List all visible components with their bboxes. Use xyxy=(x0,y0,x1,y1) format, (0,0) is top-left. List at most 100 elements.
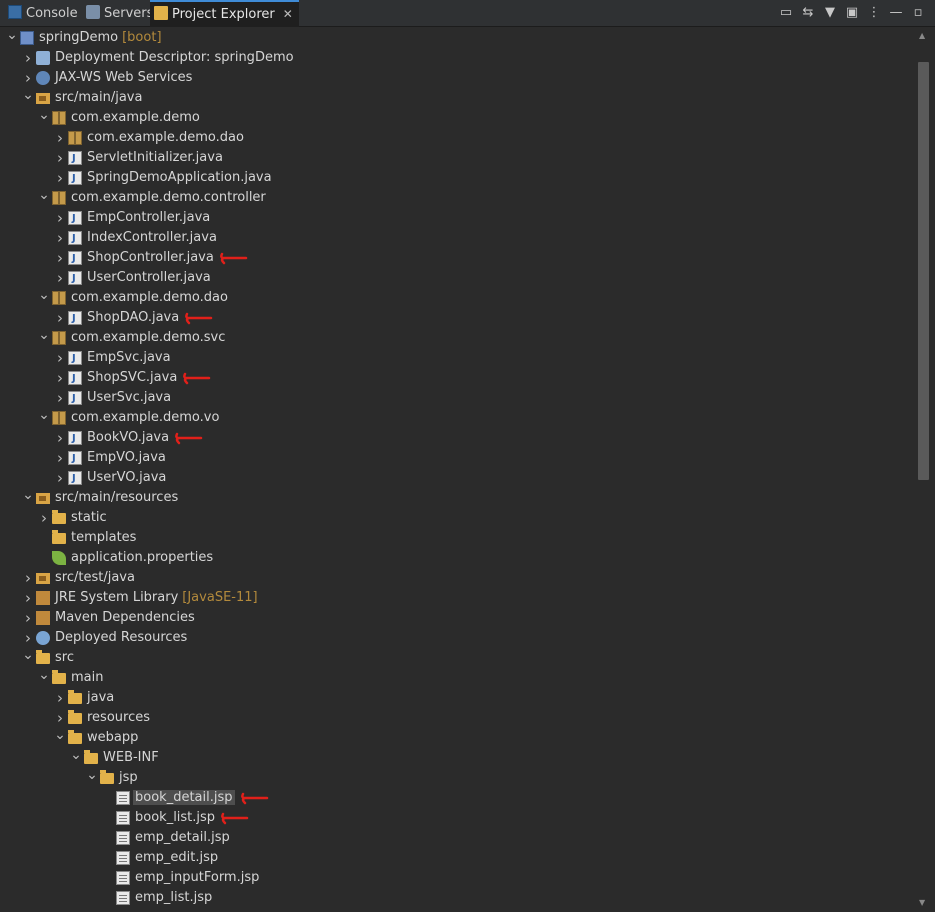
tree-item[interactable]: ⌄ src xyxy=(0,648,914,668)
scrollbar-thumb[interactable] xyxy=(918,62,929,480)
tree-item[interactable]: ⌄ src/main/java xyxy=(0,88,914,108)
tree-item[interactable]: › JAX-WS Web Services xyxy=(0,68,914,88)
chevron-down-icon[interactable]: ⌄ xyxy=(22,88,34,108)
chevron-down-icon[interactable]: ⌄ xyxy=(38,328,50,348)
tree-item[interactable]: ⌄ src/main/resources xyxy=(0,488,914,508)
chevron-right-icon[interactable]: › xyxy=(54,448,66,468)
tree-item[interactable]: book_detail.jsp xyxy=(0,788,914,808)
tree-item-text: Maven Dependencies xyxy=(55,610,195,625)
chevron-down-icon[interactable]: ⌄ xyxy=(54,728,66,748)
chevron-right-icon[interactable]: › xyxy=(54,428,66,448)
tree-item[interactable]: › UserSvc.java xyxy=(0,388,914,409)
chevron-down-icon[interactable]: ⌄ xyxy=(38,668,50,688)
chevron-right-icon[interactable]: › xyxy=(22,68,34,88)
vertical-scrollbar[interactable]: ▲ ▼ xyxy=(914,28,935,912)
chevron-down-icon[interactable]: ⌄ xyxy=(38,408,50,428)
tree-item[interactable]: › Deployment Descriptor: springDemo xyxy=(0,48,914,68)
tree-item[interactable]: › SpringDemoApplication.java xyxy=(0,168,914,189)
chevron-down-icon[interactable]: ⌄ xyxy=(70,748,82,768)
tree-item[interactable]: › BookVO.java xyxy=(0,428,914,449)
collapse-all-icon[interactable]: ▭ xyxy=(777,4,795,22)
chevron-right-icon[interactable]: › xyxy=(22,48,34,68)
chevron-down-icon[interactable]: ⌄ xyxy=(22,648,34,668)
tree-item[interactable]: › EmpSvc.java xyxy=(0,348,914,369)
tree-item[interactable]: › java xyxy=(0,688,914,708)
chevron-right-icon[interactable]: › xyxy=(54,148,66,168)
tree-item[interactable]: emp_detail.jsp xyxy=(0,828,914,848)
chevron-right-icon[interactable]: › xyxy=(22,628,34,648)
chevron-right-icon[interactable]: › xyxy=(54,708,66,728)
scroll-up-arrow-icon[interactable]: ▲ xyxy=(919,31,925,40)
tree-item[interactable]: › ServletInitializer.java xyxy=(0,148,914,169)
chevron-down-icon[interactable]: ⌄ xyxy=(38,188,50,208)
tree-item[interactable]: ⌄ com.example.demo.dao xyxy=(0,288,914,308)
chevron-right-icon[interactable]: › xyxy=(54,348,66,368)
chevron-down-icon[interactable]: ⌄ xyxy=(6,28,18,48)
maximize-icon[interactable]: ▫ xyxy=(909,4,927,22)
filter-icon[interactable]: ▼ xyxy=(821,4,839,22)
project-tree[interactable]: ⌄ springDemo [boot] › Deployment Descriptor:… xyxy=(0,28,914,912)
tree-item[interactable]: › ShopController.java xyxy=(0,248,914,269)
tree-item[interactable]: ⌄ main xyxy=(0,668,914,688)
tree-item[interactable]: › resources xyxy=(0,708,914,728)
tree-item[interactable]: application.properties xyxy=(0,548,914,568)
tree-item[interactable]: › JRE System Library [JavaSE-11] xyxy=(0,588,914,608)
chevron-right-icon[interactable]: › xyxy=(22,608,34,628)
tree-item[interactable]: emp_edit.jsp xyxy=(0,848,914,868)
chevron-right-icon[interactable]: › xyxy=(54,468,66,488)
tree-item[interactable]: › UserVO.java xyxy=(0,468,914,489)
tree-item[interactable]: ⌄ com.example.demo xyxy=(0,108,914,128)
tree-item[interactable]: emp_list.jsp xyxy=(0,888,914,908)
tab-servers[interactable]: Servers xyxy=(82,2,159,26)
tree-item[interactable]: ⌄ WEB-INF xyxy=(0,748,914,768)
tree-item[interactable]: › EmpController.java xyxy=(0,208,914,229)
tree-item[interactable]: › com.example.demo.dao xyxy=(0,128,914,148)
tree-item[interactable]: › IndexController.java xyxy=(0,228,914,249)
tree-item[interactable]: book_list.jsp xyxy=(0,808,914,828)
link-with-editor-icon[interactable]: ⇆ xyxy=(799,4,817,22)
tree-item[interactable]: ⌄ com.example.demo.svc xyxy=(0,328,914,348)
tree-item[interactable]: › src/test/java xyxy=(0,568,914,588)
chevron-right-icon[interactable]: › xyxy=(54,688,66,708)
java-file-icon xyxy=(68,389,82,409)
tree-item[interactable]: ⌄ springDemo [boot] xyxy=(0,28,914,48)
chevron-right-icon[interactable]: › xyxy=(54,248,66,268)
chevron-down-icon[interactable]: ⌄ xyxy=(86,768,98,788)
chevron-right-icon[interactable]: › xyxy=(54,128,66,148)
tab-project-explorer[interactable]: Project Explorer ✕ xyxy=(150,0,299,27)
chevron-right-icon[interactable]: › xyxy=(54,388,66,408)
tree-item[interactable]: › static xyxy=(0,508,914,528)
minimize-icon[interactable]: — xyxy=(887,4,905,22)
tree-item-text: com.example.demo.controller xyxy=(71,190,266,205)
tree-item-text: emp_inputForm.jsp xyxy=(135,870,260,885)
chevron-right-icon[interactable]: › xyxy=(54,168,66,188)
tree-item[interactable]: › ShopSVC.java xyxy=(0,368,914,389)
tree-item[interactable]: emp_inputForm.jsp xyxy=(0,868,914,888)
tree-item[interactable]: › EmpVO.java xyxy=(0,448,914,469)
view-menu-icon[interactable]: ⋮ xyxy=(865,4,883,22)
tree-item[interactable]: › UserController.java xyxy=(0,268,914,289)
tree-item[interactable]: templates xyxy=(0,528,914,548)
tree-item[interactable]: ⌄ com.example.demo.controller xyxy=(0,188,914,208)
tree-item[interactable]: ⌄ webapp xyxy=(0,728,914,748)
chevron-right-icon[interactable]: › xyxy=(54,208,66,228)
chevron-right-icon[interactable]: › xyxy=(54,368,66,388)
tree-item[interactable]: › Deployed Resources xyxy=(0,628,914,648)
scroll-down-arrow-icon[interactable]: ▼ xyxy=(919,898,925,907)
tree-item[interactable]: › ShopDAO.java xyxy=(0,308,914,329)
chevron-down-icon[interactable]: ⌄ xyxy=(38,108,50,128)
tree-item[interactable]: › Maven Dependencies xyxy=(0,608,914,628)
chevron-down-icon[interactable]: ⌄ xyxy=(38,288,50,308)
close-icon[interactable]: ✕ xyxy=(283,2,293,27)
select-working-set-icon[interactable]: ▣ xyxy=(843,4,861,22)
chevron-right-icon[interactable]: › xyxy=(22,568,34,588)
chevron-right-icon[interactable]: › xyxy=(38,508,50,528)
chevron-right-icon[interactable]: › xyxy=(22,588,34,608)
tree-item[interactable]: ⌄ jsp xyxy=(0,768,914,788)
tab-console[interactable]: Console xyxy=(4,2,84,26)
chevron-down-icon[interactable]: ⌄ xyxy=(22,488,34,508)
tree-item[interactable]: ⌄ com.example.demo.vo xyxy=(0,408,914,428)
chevron-right-icon[interactable]: › xyxy=(54,268,66,288)
chevron-right-icon[interactable]: › xyxy=(54,228,66,248)
chevron-right-icon[interactable]: › xyxy=(54,308,66,328)
